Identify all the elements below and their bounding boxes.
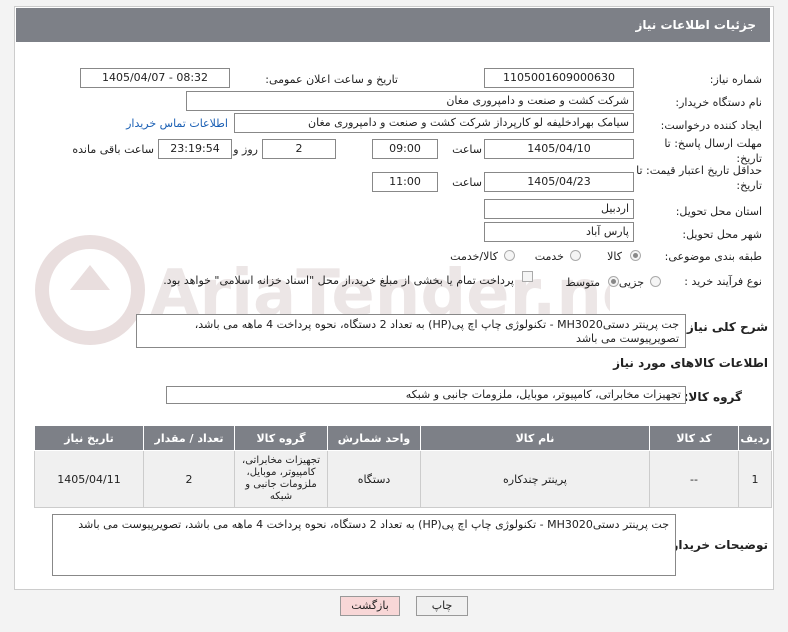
- purchase-option-medium: متوسط: [565, 276, 600, 289]
- col-date: تاریخ نیاز: [34, 425, 144, 451]
- category-label: طبقه بندی موضوعی:: [664, 250, 762, 263]
- purchase-radio-medium[interactable]: [608, 276, 619, 287]
- print-button[interactable]: چاپ: [416, 596, 468, 616]
- description-textarea: جت پرینتر دستیMH3020 - تکنولوژی چاپ اچ پ…: [136, 314, 686, 348]
- deadline-time-field: 09:00: [372, 139, 438, 159]
- remaining-label: ساعت باقی مانده: [72, 143, 154, 156]
- col-unit: واحد شمارش: [327, 425, 421, 451]
- remaining-time-field: 23:19:54: [158, 139, 232, 159]
- col-qty: تعداد / مقدار: [143, 425, 235, 451]
- goods-section-title: اطلاعات کالاهای مورد نیاز: [613, 356, 768, 370]
- cell-row: 1: [738, 450, 772, 508]
- days-field: 2: [262, 139, 336, 159]
- back-button[interactable]: بازگشت: [340, 596, 400, 616]
- city-label: شهر محل تحویل:: [682, 228, 762, 241]
- creator-field: سیامک بهرادخلیفه لو کارپرداز شرکت کشت و …: [234, 113, 634, 133]
- payment-note: پرداخت تمام یا بخشی از مبلغ خرید،از محل …: [163, 274, 514, 287]
- goods-group-label: گروه کالا:: [683, 390, 742, 404]
- purchase-type-label: نوع فرآیند خرید :: [684, 275, 762, 288]
- creator-label: ایجاد کننده درخواست:: [660, 119, 762, 132]
- page-header: جزئیات اطلاعات نیاز: [16, 8, 770, 42]
- deadline-time-label: ساعت: [452, 143, 482, 156]
- announce-label: تاریخ و ساعت اعلان عمومی:: [265, 73, 398, 86]
- validity-label: حداقل تاریخ اعتبار قیمت: تا تاریخ:: [636, 164, 762, 192]
- goods-group-field: تجهیزات مخابراتی، کامپیوتر، موبایل، ملزو…: [166, 386, 686, 404]
- col-name: نام کالا: [420, 425, 650, 451]
- description-label: شرح کلی نیاز:: [682, 320, 768, 334]
- buyer-notes-label: توضیحات خریدار:: [666, 538, 768, 552]
- province-label: استان محل تحویل:: [675, 205, 762, 218]
- buyer-field: شرکت کشت و صنعت و دامپروری مغان: [186, 91, 634, 111]
- purchase-option-minor: جزیی: [618, 276, 644, 289]
- cell-date: 1405/04/11: [34, 450, 144, 508]
- validity-time-field: 11:00: [372, 172, 438, 192]
- buyer-notes-textarea: جت پرینتر دستیMH3020 - تکنولوژی چاپ اچ پ…: [52, 514, 676, 576]
- contact-buyer-link[interactable]: اطلاعات تماس خریدار: [126, 117, 228, 130]
- deadline-date-field: 1405/04/10: [484, 139, 634, 159]
- category-radio-both[interactable]: [504, 250, 515, 261]
- col-group: گروه کالا: [234, 425, 328, 451]
- table-row: 1 -- پرینتر چندکاره دستگاه تجهیزات مخابر…: [34, 450, 772, 508]
- cell-qty: 2: [143, 450, 235, 508]
- announce-field: 1405/04/07 - 08:32: [80, 68, 230, 88]
- category-option-both: کالا/خدمت: [450, 250, 498, 263]
- col-row: ردیف: [738, 425, 772, 451]
- province-field: اردبیل: [484, 199, 634, 219]
- category-radio-goods[interactable]: [630, 250, 641, 261]
- category-radio-service[interactable]: [570, 250, 581, 261]
- cell-name: پرینتر چندکاره: [420, 450, 650, 508]
- buyer-label: نام دستگاه خریدار:: [675, 96, 762, 109]
- col-code: کد کالا: [649, 425, 739, 451]
- validity-time-label: ساعت: [452, 176, 482, 189]
- validity-date-field: 1405/04/23: [484, 172, 634, 192]
- category-option-service: خدمت: [534, 250, 564, 263]
- page-title: جزئیات اطلاعات نیاز: [635, 18, 756, 32]
- purchase-radio-minor[interactable]: [650, 276, 661, 287]
- cell-unit: دستگاه: [327, 450, 421, 508]
- cell-group: تجهیزات مخابراتی، کامپیوتر، موبایل، ملزو…: [234, 450, 328, 508]
- table-header-row: ردیف کد کالا نام کالا واحد شمارش گروه کا…: [34, 425, 772, 451]
- need-number-field: 1105001609000630: [484, 68, 634, 88]
- goods-table: ردیف کد کالا نام کالا واحد شمارش گروه کا…: [34, 425, 772, 508]
- city-field: پارس آباد: [484, 222, 634, 242]
- category-option-goods: کالا: [607, 250, 622, 263]
- cell-code: --: [649, 450, 739, 508]
- need-number-label: شماره نیاز:: [709, 73, 762, 86]
- deadline-label: مهلت ارسال پاسخ: تا تاریخ:: [664, 137, 762, 165]
- treasury-checkbox[interactable]: [522, 271, 533, 282]
- days-label: روز و: [233, 143, 258, 156]
